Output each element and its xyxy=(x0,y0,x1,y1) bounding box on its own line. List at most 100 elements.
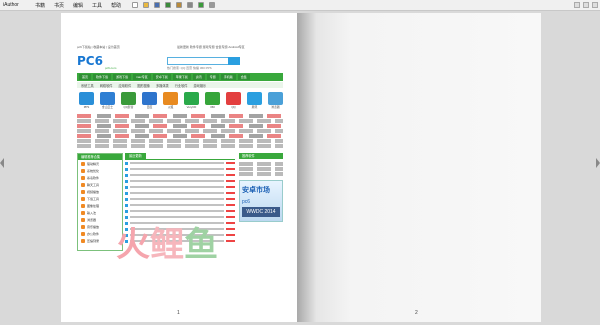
tool-icon[interactable] xyxy=(187,2,194,8)
site-logo: PC6 xyxy=(77,54,103,68)
app-icon xyxy=(226,92,241,105)
site-subnav-item: 游戏娱乐 xyxy=(193,83,207,88)
site-nav-item: 软件下载 xyxy=(93,74,112,80)
category-icon xyxy=(81,217,85,222)
page-number-right: 2 xyxy=(415,310,418,316)
category-item: 下载工具 xyxy=(78,195,122,202)
watermark-char: 火 xyxy=(116,225,150,265)
site-app-tile: 金山卫士 xyxy=(100,92,115,109)
category-icon xyxy=(81,182,85,187)
menu-book[interactable]: 书籍 xyxy=(35,2,45,9)
category-item: 驱动精灵 xyxy=(78,160,122,167)
app-label: 百度 xyxy=(146,105,153,109)
site-subnav-item: 系统工具 xyxy=(81,83,94,88)
site-search-input xyxy=(167,57,229,65)
category-item: 系统优化 xyxy=(78,167,122,174)
site-ad-banner: 安卓市场 pc6 WWDC 2014 xyxy=(239,180,283,222)
category-item: 输入法 xyxy=(78,209,122,216)
site-nav-item: 手机版 xyxy=(220,74,236,80)
site-subnav-item: 多媒体类 xyxy=(156,83,169,88)
category-item: 浏览器 xyxy=(78,216,122,223)
mid-column-title: 最近更新 xyxy=(125,153,146,159)
site-header: pc6下载站 | 收藏本站 | 设为首页 最新更新 软件专题 游戏专题 合集专题… xyxy=(77,43,283,73)
site-app-row: PPS 金山卫士 QQ影音 百度 火狐 VeryCD 360 QQ 腾讯 浏览器 xyxy=(77,88,283,111)
category-item: 聊天工具 xyxy=(78,181,122,188)
prev-page-arrow-icon[interactable] xyxy=(0,158,4,168)
category-item: 视频播放 xyxy=(78,188,122,195)
close-icon[interactable] xyxy=(592,2,598,8)
page-number-left: 1 xyxy=(177,310,180,316)
site-link-lines xyxy=(77,114,283,148)
book-page-left[interactable]: pc6下载站 | 收藏本站 | 设为首页 最新更新 软件专题 游戏专题 合集专题… xyxy=(61,13,297,322)
new-doc-icon[interactable] xyxy=(132,2,139,8)
app-icon xyxy=(205,92,220,105)
site-subnav-item: 行业软件 xyxy=(174,83,188,88)
site-nav-item: 苹果下载 xyxy=(172,74,191,80)
app-icon xyxy=(163,92,178,105)
right-column-title: 推荐软件 xyxy=(239,153,283,159)
site-nav-item: 专题 xyxy=(206,74,219,80)
app-label: PPS xyxy=(83,105,90,109)
site-search-button xyxy=(228,57,240,65)
next-page-arrow-icon[interactable] xyxy=(596,158,600,168)
site-app-tile: 360 xyxy=(205,92,220,109)
site-app-tile: QQ xyxy=(226,92,241,109)
menu-tools[interactable]: 工具 xyxy=(92,2,102,9)
app-label: 360 xyxy=(210,105,215,109)
minimize-icon[interactable] xyxy=(574,2,580,8)
app-title: iAuthor xyxy=(3,2,19,8)
site-right-column: 推荐软件 安卓市场 pc6 WWDC 2014 xyxy=(239,153,283,249)
category-icon xyxy=(81,168,85,173)
category-item: 图像处理 xyxy=(78,202,122,209)
menu-page[interactable]: 书页 xyxy=(54,2,64,9)
app-label: 金山卫士 xyxy=(101,105,114,109)
app-label: QQ xyxy=(231,105,236,109)
watermark-char: 鲤 xyxy=(150,225,184,265)
window-controls xyxy=(574,2,598,8)
add-page-icon[interactable] xyxy=(198,2,205,8)
menu-help[interactable]: 帮助 xyxy=(111,2,121,9)
undo-icon[interactable] xyxy=(165,2,172,8)
site-logo-sub: pc6.com xyxy=(105,66,117,70)
category-icon xyxy=(81,161,85,166)
maximize-icon[interactable] xyxy=(583,2,589,8)
category-icon xyxy=(81,224,85,229)
app-icon xyxy=(247,92,262,105)
site-app-tile: 腾讯 xyxy=(247,92,262,109)
book-page-right[interactable]: 2 xyxy=(297,13,541,322)
app-icon xyxy=(184,92,199,105)
ad-title: 安卓市场 xyxy=(242,187,270,194)
app-label: 浏览器 xyxy=(271,105,280,109)
app-label: 火狐 xyxy=(167,105,174,109)
site-nav-item: mac专区 xyxy=(133,74,151,80)
ad-wwdc: WWDC 2014 xyxy=(242,207,280,217)
menu-edit[interactable]: 编辑 xyxy=(73,2,83,9)
site-nav-item: 安卓下载 xyxy=(152,74,171,80)
save-icon[interactable] xyxy=(154,2,161,8)
settings-icon[interactable] xyxy=(209,2,216,8)
open-icon[interactable] xyxy=(143,2,150,8)
category-icon xyxy=(81,189,85,194)
site-app-tile: 浏览器 xyxy=(268,92,283,109)
site-nav-item: 合集 xyxy=(237,74,250,80)
site-top-left: pc6下载站 | 收藏本站 | 设为首页 xyxy=(77,45,120,49)
site-app-tile: PPS xyxy=(79,92,94,109)
watermark-char: 鱼 xyxy=(184,225,218,265)
category-item: 杀毒软件 xyxy=(78,174,122,181)
category-icon xyxy=(81,238,85,243)
edit-icon[interactable] xyxy=(176,2,183,8)
site-nav-item: 资讯 xyxy=(192,74,205,80)
category-icon xyxy=(81,203,85,208)
site-top-links: 最新更新 软件专题 游戏专题 合集专题 Android专区 xyxy=(177,45,245,49)
site-subnav-item: 应用软件 xyxy=(118,83,132,88)
site-app-tile: 百度 xyxy=(142,92,157,109)
site-nav-item: 游戏下载 xyxy=(113,74,132,80)
site-app-tile: 火狐 xyxy=(163,92,178,109)
app-label: VeryCD xyxy=(186,105,197,109)
category-icon xyxy=(81,210,85,215)
title-bar: iAuthor 书籍 书页 编辑 工具 帮助 xyxy=(0,0,600,11)
category-icon xyxy=(81,231,85,236)
site-hot-search: 热门搜索: QQ 迅雷 快播 360 PPS xyxy=(167,66,212,70)
app-icon xyxy=(121,92,136,105)
app-icon xyxy=(100,92,115,105)
